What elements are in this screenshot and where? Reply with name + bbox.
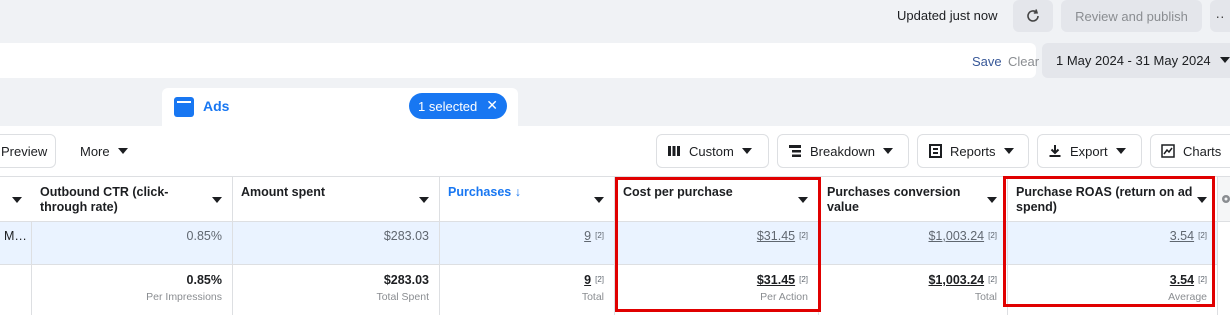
total-value[interactable]: $1,003.24 [928, 273, 984, 287]
selection-badge[interactable]: 1 selected ✕ [409, 93, 507, 119]
column-header-label: Amount spent [241, 185, 326, 199]
footnote-marker: [2] [595, 275, 604, 284]
highlight-box-cost-per-purchase [615, 177, 821, 312]
chevron-down-icon [117, 148, 128, 154]
totals-cell: $283.03 Total Spent [233, 265, 440, 315]
charts-button[interactable]: Charts [1150, 134, 1230, 168]
highlight-box-purchase-roas [1003, 176, 1215, 307]
totals-cell: $1,003.24 [2] Total [819, 265, 1008, 315]
footnote-marker: [2] [988, 275, 997, 284]
total-caption: Total [974, 291, 997, 303]
date-range-picker[interactable]: 1 May 2024 - 31 May 2024 [1042, 43, 1230, 78]
reports-icon [929, 144, 942, 158]
close-icon[interactable]: ✕ [486, 97, 498, 114]
table-cell: $283.03 [233, 222, 440, 265]
breakdown-icon [789, 145, 801, 157]
preview-label: Preview [1, 143, 48, 159]
table-cell[interactable]: $1,003.24 [2] [819, 222, 1008, 265]
totals-label-cell [0, 265, 32, 315]
clear-filter-link[interactable]: Clear [1008, 54, 1039, 69]
last-updated-status: Updated just now [897, 8, 998, 23]
column-header-label: Purchases conversion value [827, 185, 961, 214]
export-label: Export [1070, 143, 1108, 159]
column-header-purchases[interactable]: Purchases ↓ [440, 176, 615, 222]
total-value: $283.03 [383, 273, 429, 287]
gear-icon [1222, 195, 1230, 203]
more-button[interactable]: More [64, 134, 146, 168]
selection-count: 1 selected [418, 98, 478, 114]
table-cell[interactable]: 9 [2] [440, 222, 615, 265]
breakdown-label: Breakdown [810, 143, 876, 159]
column-header-name[interactable] [0, 176, 33, 222]
chevron-down-icon [987, 197, 997, 203]
export-button[interactable]: Export [1037, 134, 1142, 168]
charts-label: Charts [1183, 143, 1222, 159]
more-label: More [80, 143, 110, 159]
chevron-down-icon [1115, 148, 1126, 154]
totals-cell: 0.85% Per Impressions [32, 265, 233, 315]
conversion-value[interactable]: $1,003.24 [928, 229, 984, 243]
footnote-marker: [2] [988, 231, 997, 240]
column-settings-gear[interactable] [1218, 176, 1230, 222]
total-value[interactable]: 9 [584, 273, 591, 287]
custom-columns-button[interactable]: Custom [656, 134, 769, 168]
chevron-down-icon [594, 197, 604, 203]
chevron-down-icon [1220, 57, 1230, 63]
date-range-label: 1 May 2024 - 31 May 2024 [1056, 53, 1211, 68]
custom-label: Custom [689, 143, 734, 159]
review-and-publish-button[interactable]: Review and publish [1061, 0, 1202, 32]
total-caption: Total [581, 291, 604, 303]
total-caption: Total Spent [376, 291, 429, 303]
column-header-outbound-ctr[interactable]: Outbound CTR (click-through rate) [32, 176, 233, 222]
tab-ads-label: Ads [203, 98, 230, 114]
ad-name-cell[interactable]: M… [0, 222, 32, 265]
column-header-label: Outbound CTR (click-through rate) [40, 185, 169, 214]
reports-button[interactable]: Reports [917, 134, 1029, 168]
refresh-button[interactable] [1013, 0, 1053, 32]
columns-icon [668, 146, 680, 156]
download-icon [1049, 145, 1061, 157]
chevron-down-icon [419, 197, 429, 203]
chevron-down-icon [12, 197, 22, 203]
chevron-down-icon [883, 148, 894, 154]
totals-cell: 9 [2] Total [440, 265, 615, 315]
more-options-button[interactable]: ·· [1210, 0, 1230, 32]
total-value: 0.85% [186, 273, 222, 287]
reports-label: Reports [950, 143, 996, 159]
footnote-marker: [2] [595, 231, 604, 240]
total-caption: Per Impressions [146, 291, 222, 303]
refresh-icon [1027, 9, 1039, 22]
purchases-value[interactable]: 9 [584, 229, 591, 243]
breakdown-button[interactable]: Breakdown [777, 134, 909, 168]
chevron-down-icon [741, 148, 752, 154]
column-header-label: Purchases ↓ [448, 185, 521, 199]
column-header-conversion-value[interactable]: Purchases conversion value [819, 176, 1008, 222]
column-header-amount-spent[interactable]: Amount spent [233, 176, 440, 222]
preview-button[interactable]: Preview [0, 134, 56, 168]
search-filter-bar[interactable] [0, 43, 1036, 78]
tab-ads[interactable]: Ads 1 selected ✕ [162, 88, 518, 128]
save-filter-link[interactable]: Save [972, 54, 1002, 69]
chart-icon [1161, 144, 1175, 158]
ads-icon [174, 97, 194, 117]
table-cell: 0.85% [32, 222, 233, 265]
chevron-down-icon [1003, 148, 1014, 154]
chevron-down-icon [212, 197, 222, 203]
